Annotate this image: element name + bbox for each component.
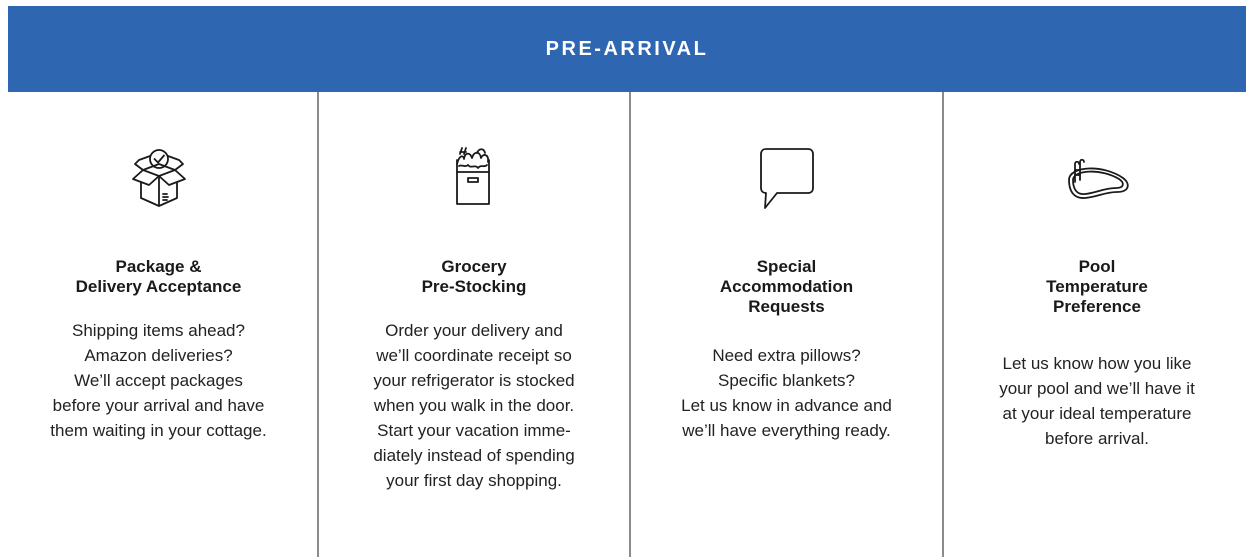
service-description: Need extra pillows? Specific blankets? L… <box>681 346 892 440</box>
service-card-grocery: Grocery Pre-Stocking Order your delivery… <box>319 92 629 557</box>
service-card-pool: Pool Temperature Preference Let us know … <box>944 92 1250 557</box>
service-description: Order your delivery and we’ll coordinate… <box>373 321 575 490</box>
service-title: Pool Temperature Preference <box>1046 257 1148 316</box>
pool-icon <box>1057 142 1137 222</box>
grocery-bag-icon <box>434 142 514 222</box>
package-icon <box>119 142 199 222</box>
service-card-accommodation: Special Accommodation Requests Need extr… <box>631 92 942 557</box>
service-title: Package & Delivery Acceptance <box>75 257 242 296</box>
service-description: Let us know how you like your pool and w… <box>999 354 1195 448</box>
pre-arrival-banner: PRE-ARRIVAL <box>8 6 1246 92</box>
service-description: Shipping items ahead? Amazon deliveries?… <box>50 321 267 440</box>
service-title: Grocery Pre-Stocking <box>421 257 527 296</box>
service-title: Special Accommodation Requests <box>719 257 854 316</box>
banner-title: PRE-ARRIVAL <box>545 37 709 60</box>
services-grid: Package & Delivery Acceptance Shipping i… <box>0 92 1250 557</box>
service-card-package: Package & Delivery Acceptance Shipping i… <box>0 92 317 557</box>
speech-bubble-icon <box>747 142 827 222</box>
